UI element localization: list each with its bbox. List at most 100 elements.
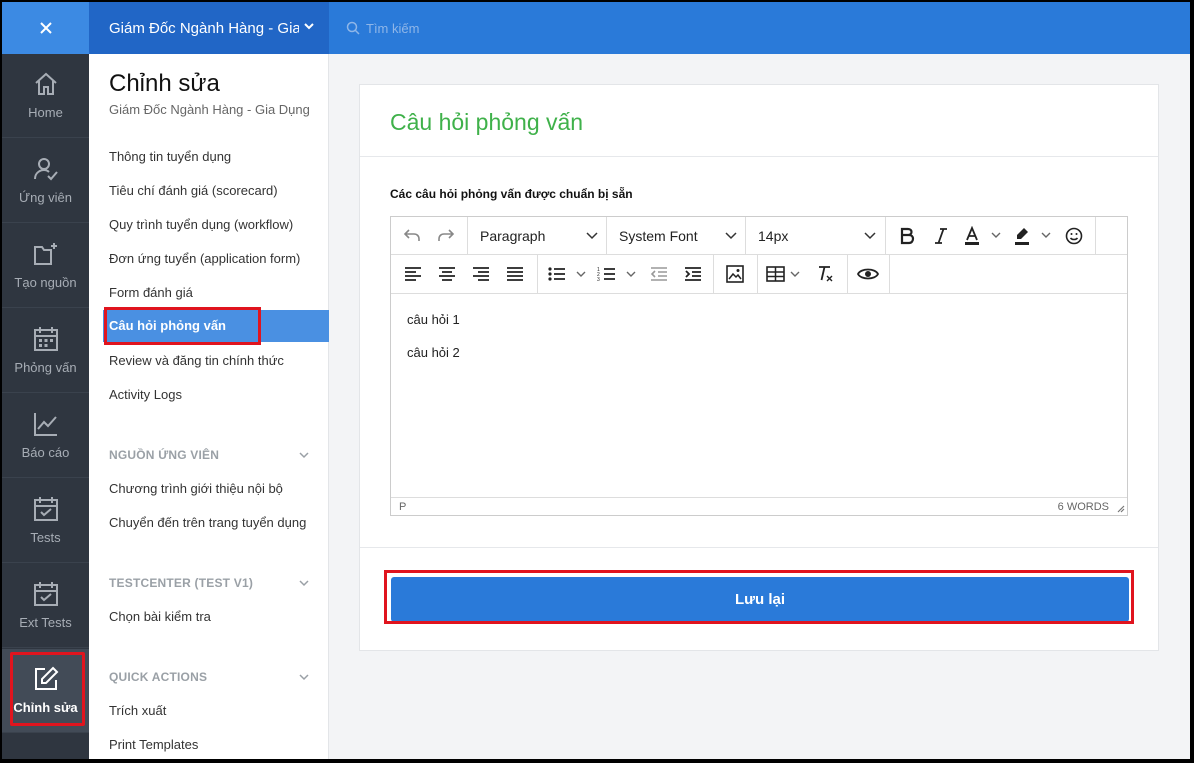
rail-item-reports[interactable]: Báo cáo <box>2 394 89 478</box>
highlighter-icon <box>1015 228 1051 245</box>
save-button-highlight <box>384 570 1134 624</box>
editor-toolbar-row-2: 123 <box>391 255 1127 294</box>
sidebar-link-evaluation-form[interactable]: Form đánh giá <box>109 285 193 300</box>
insert-image-button[interactable] <box>721 255 749 293</box>
section-quick-actions[interactable]: QUICK ACTIONS <box>109 670 207 684</box>
left-rail: Home Ứng viên Tạo nguồn Phỏng vấn Báo cá… <box>2 54 89 759</box>
card-title: Câu hỏi phỏng vấn <box>390 109 584 135</box>
calendar-check-icon <box>33 582 58 606</box>
indent-button[interactable] <box>679 255 707 293</box>
calendar-icon <box>33 327 58 351</box>
top-bar: Giám Đốc Ngành Hàng - Gia Dụng Tìm kiếm <box>2 2 1190 54</box>
chevron-down-icon[interactable] <box>299 578 309 588</box>
sidebar-title: Chỉnh sửa <box>109 70 220 97</box>
numbered-list-icon: 123 <box>597 267 636 282</box>
sidebar-link-referral[interactable]: Chương trình giới thiệu nội bộ <box>109 481 283 496</box>
sidebar-link-review-publish[interactable]: Review và đăng tin chính thức <box>109 353 284 368</box>
bullet-list-button[interactable] <box>545 255 589 293</box>
eye-icon <box>857 268 879 280</box>
sidebar-link-export[interactable]: Trích xuất <box>109 703 166 718</box>
editor-paragraph: câu hỏi 2 <box>407 345 460 360</box>
text-color-button[interactable] <box>959 217 1005 255</box>
editor-status-bar: P 6 WORDS <box>391 497 1127 515</box>
sidebar-link-print-templates[interactable]: Print Templates <box>109 737 198 752</box>
text-color-icon <box>965 226 1001 245</box>
undo-button[interactable] <box>399 217 425 255</box>
rich-text-editor: Paragraph System Font 14px 1 2 3 câu hỏi… <box>390 216 1128 516</box>
image-icon <box>726 265 744 283</box>
block-format-select[interactable]: Paragraph <box>468 217 606 255</box>
clear-format-button[interactable] <box>811 255 839 293</box>
svg-text:3: 3 <box>597 277 600 282</box>
sidebar-link-workflow[interactable]: Quy trình tuyển dụng (workflow) <box>109 217 293 232</box>
field-label: Các câu hỏi phỏng vấn được chuẩn bị sẵn <box>390 187 633 201</box>
sidebar-link-activity-logs[interactable]: Activity Logs <box>109 387 182 402</box>
sidebar-active-highlight <box>104 307 261 345</box>
divider <box>360 547 1158 548</box>
section-candidate-sources[interactable]: NGUỒN ỨNG VIÊN <box>109 448 219 462</box>
chevron-down-icon[interactable] <box>299 672 309 682</box>
redo-button[interactable] <box>433 217 459 255</box>
bold-button[interactable] <box>893 217 921 255</box>
italic-button[interactable] <box>927 217 955 255</box>
italic-icon <box>935 228 947 244</box>
align-center-button[interactable] <box>433 255 461 293</box>
align-justify-button[interactable] <box>501 255 529 293</box>
search-placeholder: Tìm kiếm <box>366 20 420 36</box>
chevron-down-icon <box>586 232 598 240</box>
home-icon <box>34 72 57 95</box>
rail-item-interviews[interactable]: Phỏng vấn <box>2 309 89 393</box>
word-count: 6 WORDS <box>1057 501 1109 513</box>
preview-button[interactable] <box>853 255 883 293</box>
close-icon <box>39 22 52 34</box>
rail-item-candidates[interactable]: Ứng viên <box>2 139 89 223</box>
align-right-button[interactable] <box>467 255 495 293</box>
sidebar-link-job-info[interactable]: Thông tin tuyển dụng <box>109 149 231 164</box>
emoji-button[interactable] <box>1061 217 1087 255</box>
table-icon <box>766 266 800 282</box>
section-testcenter[interactable]: TESTCENTER (TEST V1) <box>109 576 253 590</box>
emoji-icon <box>1065 227 1083 245</box>
element-path[interactable]: P <box>399 501 406 513</box>
font-size-select[interactable]: 14px <box>746 217 884 255</box>
sidebar-link-career-page[interactable]: Chuyển đến trên trang tuyển dụng <box>109 515 306 530</box>
editor-content-area[interactable]: câu hỏi 1 câu hỏi 2 <box>391 295 1127 497</box>
sidebar-subtitle: Giám Đốc Ngành Hàng - Gia Dụng <box>109 102 310 117</box>
chevron-down-icon[interactable] <box>299 450 309 460</box>
outdent-icon <box>650 267 667 281</box>
interview-questions-card: Câu hỏi phỏng vấn Các câu hỏi phỏng vấn … <box>359 84 1159 651</box>
numbered-list-button[interactable]: 123 <box>595 255 639 293</box>
align-left-button[interactable] <box>399 255 427 293</box>
sidebar-link-choose-test[interactable]: Chọn bài kiểm tra <box>109 609 211 624</box>
job-selector[interactable]: Giám Đốc Ngành Hàng - Gia Dụng <box>89 2 329 54</box>
outdent-button[interactable] <box>645 255 673 293</box>
app-frame: Giám Đốc Ngành Hàng - Gia Dụng Tìm kiếm … <box>2 2 1190 759</box>
chevron-down-icon <box>864 232 876 240</box>
sidebar-link-application-form[interactable]: Đơn ứng tuyển (application form) <box>109 251 300 266</box>
clear-format-icon <box>819 266 833 282</box>
editor-paragraph: câu hỏi 1 <box>407 312 460 327</box>
rail-item-sourcing[interactable]: Tạo nguồn <box>2 224 89 308</box>
folder-plus-icon <box>33 243 57 265</box>
bold-icon <box>900 227 915 245</box>
search-input[interactable]: Tìm kiếm <box>346 2 419 54</box>
chart-line-icon <box>33 413 57 436</box>
rail-item-tests[interactable]: Tests <box>2 479 89 563</box>
user-check-icon <box>33 158 58 181</box>
align-left-icon <box>405 267 421 281</box>
rail-item-ext-tests[interactable]: Ext Tests <box>2 564 89 648</box>
insert-table-button[interactable] <box>765 255 805 293</box>
sidebar-link-scorecard[interactable]: Tiêu chí đánh giá (scorecard) <box>109 183 278 198</box>
font-family-select[interactable]: System Font <box>607 217 745 255</box>
align-justify-icon <box>507 267 523 281</box>
align-center-icon <box>439 267 455 281</box>
redo-icon <box>438 229 455 241</box>
highlight-color-button[interactable] <box>1009 217 1055 255</box>
resize-handle-icon[interactable] <box>1115 503 1125 513</box>
rail-item-home[interactable]: Home <box>2 54 89 138</box>
chevron-down-icon <box>304 23 314 30</box>
rail-edit-highlight <box>10 652 85 726</box>
indent-icon <box>685 267 701 281</box>
bullet-list-icon <box>548 267 586 281</box>
close-button[interactable] <box>2 2 89 54</box>
